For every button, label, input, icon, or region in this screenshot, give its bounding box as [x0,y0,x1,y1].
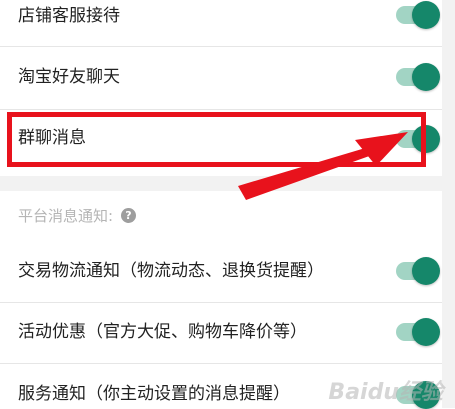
red-arrow-icon [238,132,408,200]
watermark: Baidu经验 [328,380,443,405]
